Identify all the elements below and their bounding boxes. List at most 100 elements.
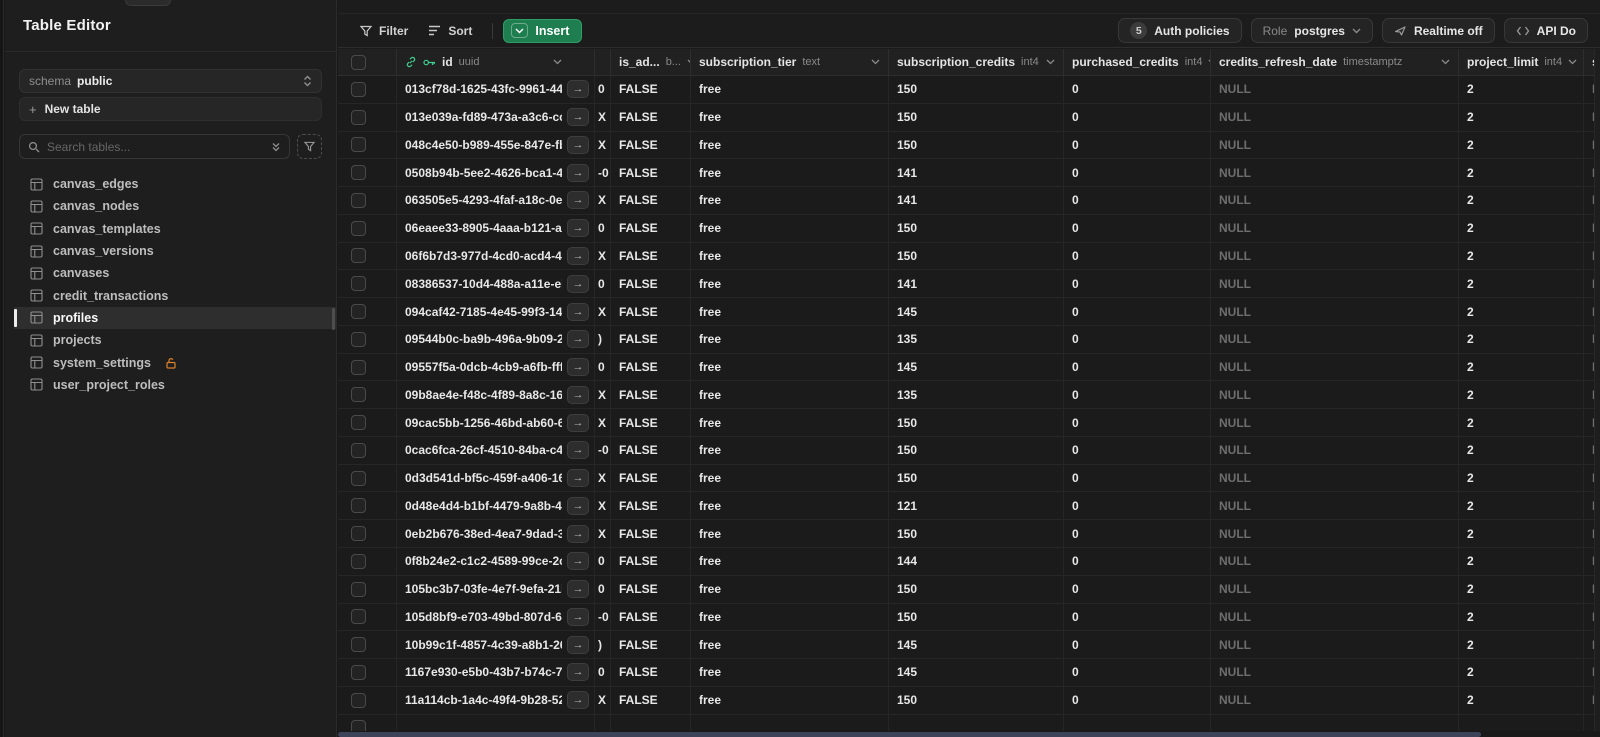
cell-purchased[interactable]: 0 <box>1064 187 1211 214</box>
cell-id[interactable]: 105bc3b7-03fe-4e7f-9efa-21bb40... → <box>397 575 595 603</box>
cell-refresh[interactable]: NULL <box>1211 409 1459 436</box>
expand-row-button[interactable]: → <box>567 635 589 654</box>
cell-limit[interactable] <box>1459 714 1584 731</box>
cell-refresh[interactable]: NULL <box>1211 659 1459 686</box>
cell-refresh[interactable]: NULL <box>1211 603 1459 631</box>
cell-tier[interactable]: free <box>691 464 889 492</box>
row-checkbox[interactable] <box>351 664 366 680</box>
cell-tier[interactable]: free <box>691 659 889 686</box>
sort-button[interactable]: Sort <box>418 19 482 43</box>
chevron-down-icon[interactable] <box>1046 59 1055 65</box>
cell-purchased[interactable]: 0 <box>1064 631 1211 659</box>
cell-id[interactable]: 094caf42-7185-4e45-99f3-14abee... → <box>397 298 595 325</box>
cell-refresh[interactable]: NULL <box>1211 131 1459 159</box>
cell-clip[interactable]: X <box>595 464 611 492</box>
cell-purchased[interactable]: 0 <box>1064 409 1211 436</box>
row-checkbox[interactable] <box>351 637 366 653</box>
schema-select[interactable]: schema public <box>19 69 322 93</box>
chevron-down-icon[interactable] <box>1441 59 1450 65</box>
cell-refresh[interactable]: NULL <box>1211 575 1459 603</box>
table-row[interactable]: 094caf42-7185-4e45-99f3-14abee... → XFALSE… <box>338 298 1600 326</box>
row-checkbox[interactable] <box>351 304 366 319</box>
sidebar-item-system_settings[interactable]: system_settings <box>14 351 336 373</box>
vertical-scrollbar[interactable] <box>1594 49 1600 731</box>
cell-credits[interactable]: 145 <box>889 659 1064 686</box>
expand-row-button[interactable]: → <box>567 108 589 127</box>
table-row[interactable]: 048c4e50-b989-455e-847e-fb2f... → XFALSEfr… <box>338 131 1600 160</box>
table-row[interactable]: 1167e930-e5b0-43b7-b74c-788c9...→0FALSEf… <box>338 659 1600 687</box>
expand-row-button[interactable]: → <box>567 552 589 571</box>
expand-row-button[interactable]: → <box>567 302 589 321</box>
row-checkbox[interactable] <box>351 165 366 181</box>
cell-limit[interactable]: 2 <box>1459 436 1584 464</box>
cell-tier[interactable]: free <box>691 409 889 436</box>
cell-refresh[interactable]: NULL <box>1211 492 1459 520</box>
cell-clip[interactable]: X <box>595 242 611 270</box>
cell-purchased[interactable]: 0 <box>1064 242 1211 270</box>
cell-purchased[interactable]: 0 <box>1064 575 1211 603</box>
table-row[interactable]: 0508b94b-5ee2-4626-bca1-4bca... → -0FALSEf… <box>338 159 1600 188</box>
cell-credits[interactable]: 141 <box>889 270 1064 298</box>
cell-is_admin[interactable]: FALSE <box>611 242 691 270</box>
cell-credits[interactable]: 141 <box>889 159 1064 187</box>
row-checkbox[interactable] <box>351 359 366 375</box>
cell-purchased[interactable]: 0 <box>1064 214 1211 242</box>
cell-clip[interactable]: -0 <box>595 603 611 631</box>
table-row[interactable]: 09b8ae4e-f48c-4f89-8a8c-1629b... → XFALSEf… <box>338 381 1600 410</box>
expand-row-button[interactable]: → <box>567 274 589 293</box>
expand-row-button[interactable]: → <box>567 80 589 99</box>
cell-refresh[interactable]: NULL <box>1211 381 1459 409</box>
cell-limit[interactable]: 2 <box>1459 381 1584 409</box>
cell-credits[interactable]: 144 <box>889 548 1064 575</box>
sidebar-item-canvas_nodes[interactable]: canvas_nodes <box>14 195 336 217</box>
cell-id[interactable]: 10b99c1f-4857-4c39-a8b1-263b8... → <box>397 631 595 659</box>
table-row[interactable]: 06f6b7d3-977d-4cd0-acd4-4a78... → XFALSEfr… <box>338 242 1600 271</box>
column-header-subscription_tier[interactable]: subscription_tier text <box>691 49 889 75</box>
expand-row-button[interactable]: → <box>567 219 589 238</box>
cell-clip[interactable]: X <box>595 298 611 325</box>
cell-limit[interactable]: 2 <box>1459 103 1584 131</box>
cell-refresh[interactable]: NULL <box>1211 159 1459 187</box>
row-checkbox[interactable] <box>351 137 366 153</box>
cell-limit[interactable]: 2 <box>1459 520 1584 548</box>
cell-purchased[interactable]: 0 <box>1064 492 1211 520</box>
cell-id[interactable]: 09cac5bb-1256-46bd-ab60-64ed... → <box>397 409 595 436</box>
cell-limit[interactable]: 2 <box>1459 159 1584 187</box>
table-row[interactable] <box>338 714 1600 731</box>
cell-credits[interactable]: 150 <box>889 103 1064 131</box>
cell-credits[interactable]: 150 <box>889 436 1064 464</box>
cell-id[interactable]: 063505e5-4293-4faf-a18c-0e65b... → <box>397 187 595 214</box>
cell-tier[interactable]: free <box>691 214 889 242</box>
row-checkbox[interactable] <box>351 581 366 597</box>
cell-clip[interactable]: X <box>595 131 611 159</box>
column-header-is_ad...[interactable]: is_ad... b... <box>611 49 691 75</box>
cell-id[interactable]: 09544b0c-ba9b-496a-9b09-244... → <box>397 325 595 353</box>
cell-limit[interactable]: 2 <box>1459 409 1584 436</box>
sidebar-item-credit_transactions[interactable]: credit_transactions <box>14 284 336 306</box>
cell-id[interactable]: 0d3d541d-bf5c-459f-a406-16b93... → <box>397 464 595 492</box>
cell-credits[interactable] <box>889 714 1064 731</box>
cell-purchased[interactable]: 0 <box>1064 270 1211 298</box>
sidebar-item-user_project_roles[interactable]: user_project_roles <box>14 374 336 396</box>
cell-id[interactable]: 11a114cb-1a4c-49f4-9b28-52219ec... → <box>397 686 595 714</box>
cell-id[interactable]: 0d48e4d4-b1bf-4479-9a8b-4a4b... → <box>397 492 595 520</box>
cell-refresh[interactable]: NULL <box>1211 436 1459 464</box>
cell-id[interactable]: 06f6b7d3-977d-4cd0-acd4-4a78... → <box>397 242 595 270</box>
cell-limit[interactable]: 2 <box>1459 464 1584 492</box>
sidebar-item-canvases[interactable]: canvases <box>14 262 336 284</box>
chevron-down-icon[interactable] <box>511 23 529 38</box>
insert-button[interactable]: Insert <box>503 18 583 43</box>
cell-limit[interactable]: 2 <box>1459 686 1584 714</box>
cell-clip[interactable]: -0 <box>595 159 611 187</box>
sidebar-item-canvas_edges[interactable]: canvas_edges <box>14 173 336 195</box>
cell-is_admin[interactable]: FALSE <box>611 270 691 298</box>
column-header-purchased_credits[interactable]: purchased_credits int4 <box>1064 49 1211 75</box>
expand-row-button[interactable]: → <box>567 413 589 432</box>
expand-row-button[interactable]: → <box>567 524 589 543</box>
cell-purchased[interactable]: 0 <box>1064 298 1211 325</box>
cell-is_admin[interactable]: FALSE <box>611 436 691 464</box>
cell-refresh[interactable]: NULL <box>1211 214 1459 242</box>
table-row[interactable]: 105bc3b7-03fe-4e7f-9efa-21bb40...→0FALSE… <box>338 575 1600 604</box>
column-header-subscription_credits[interactable]: subscription_credits int4 <box>889 49 1064 75</box>
expand-row-button[interactable]: → <box>567 330 589 349</box>
